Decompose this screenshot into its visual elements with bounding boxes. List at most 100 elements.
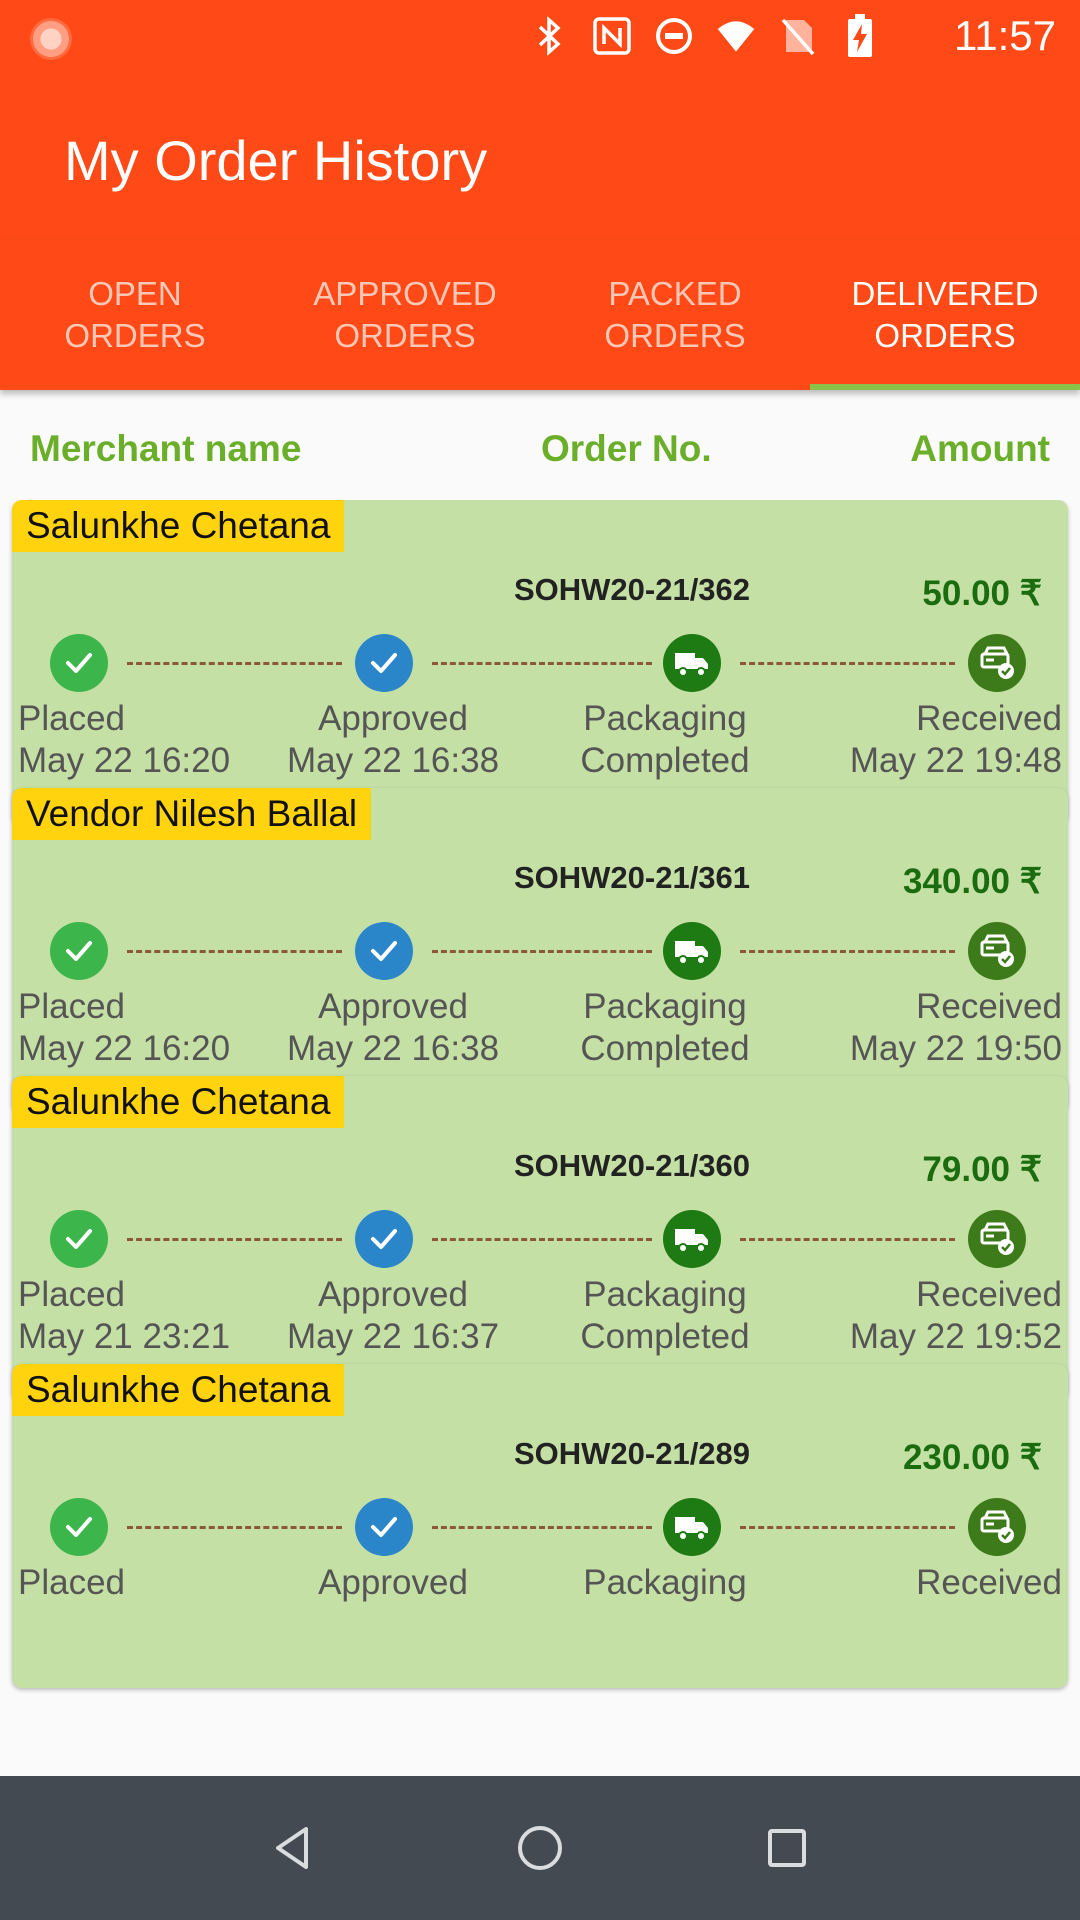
packaging-label: Packaging bbox=[583, 1563, 747, 1602]
back-icon[interactable] bbox=[253, 1808, 333, 1888]
tab-open-orders[interactable]: OPEN ORDERS bbox=[0, 240, 270, 390]
approved-time: May 22 16:37 bbox=[286, 1317, 500, 1356]
approved-status: Approved bbox=[318, 1562, 468, 1604]
placed-check-icon bbox=[50, 922, 108, 980]
order-card[interactable]: Vendor Nilesh Ballal SOHW20-21/361 340.00 … bbox=[12, 788, 1068, 1112]
approved-check-icon bbox=[355, 1210, 413, 1268]
placed-label: Placed bbox=[18, 1275, 126, 1314]
do-not-disturb-icon bbox=[654, 14, 694, 58]
received-status: Received bbox=[916, 1562, 1062, 1604]
status-bar: 11:57 bbox=[0, 0, 1080, 72]
approved-status: Approved May 22 16:38 bbox=[287, 986, 499, 1070]
progress-dash bbox=[432, 662, 652, 665]
placed-status: Placed bbox=[18, 1562, 125, 1604]
received-status: Received May 22 19:50 bbox=[850, 986, 1062, 1070]
no-sim-icon bbox=[778, 14, 818, 58]
amount-header: Amount bbox=[910, 428, 1050, 469]
received-status: Received May 22 19:52 bbox=[850, 1274, 1062, 1358]
approved-label: Approved bbox=[318, 987, 468, 1026]
progress-dash bbox=[740, 662, 955, 665]
progress-dash bbox=[127, 1238, 342, 1241]
order-card[interactable]: Salunkhe Chetana SOHW20-21/360 79.00 ₹ Plac… bbox=[12, 1076, 1068, 1400]
order-card[interactable]: Salunkhe Chetana SOHW20-21/362 50.00 ₹ Plac… bbox=[12, 500, 1068, 824]
approved-status: Approved May 22 16:38 bbox=[287, 698, 499, 782]
received-status: Received May 22 19:48 bbox=[850, 698, 1062, 782]
order-no-header: Order No. bbox=[541, 428, 712, 469]
received-time: May 22 19:50 bbox=[849, 1029, 1062, 1068]
placed-label: Placed bbox=[18, 987, 126, 1026]
approved-check-icon bbox=[355, 1498, 413, 1556]
merchant-name-header: Merchant name bbox=[30, 428, 302, 469]
bluetooth-icon bbox=[530, 14, 570, 58]
tab-delivered-orders[interactable]: DELIVERED ORDERS bbox=[810, 240, 1080, 390]
order-list: Salunkhe Chetana SOHW20-21/362 50.00 ₹ Plac… bbox=[0, 500, 1080, 1776]
navigation-bar bbox=[0, 1776, 1080, 1920]
status-icons bbox=[530, 12, 880, 60]
tab-packed-orders[interactable]: PACKED ORDERS bbox=[540, 240, 810, 390]
packaging-completed-label: Completed bbox=[580, 741, 750, 780]
placed-time: May 21 23:21 bbox=[18, 1317, 231, 1356]
placed-time: May 22 16:20 bbox=[18, 741, 231, 780]
tab-approved-orders[interactable]: APPROVED ORDERS bbox=[270, 240, 540, 390]
order-amount: 230.00 ₹ bbox=[902, 1438, 1042, 1477]
placed-time: May 22 16:20 bbox=[18, 1029, 231, 1068]
received-icon bbox=[968, 634, 1026, 692]
approved-time: May 22 16:38 bbox=[286, 741, 500, 780]
received-icon bbox=[968, 1498, 1026, 1556]
placed-status: Placed May 22 16:20 bbox=[18, 698, 230, 782]
progress-dash bbox=[740, 1238, 955, 1241]
merchant-name: Salunkhe Chetana bbox=[12, 1364, 345, 1416]
status-time: 11:57 bbox=[954, 12, 1056, 59]
progress-dash bbox=[432, 1238, 652, 1241]
order-tabs: OPEN ORDERS APPROVED ORDERS PACKED ORDER… bbox=[0, 240, 1080, 390]
packaging-truck-icon bbox=[663, 1498, 721, 1556]
home-icon[interactable] bbox=[500, 1808, 580, 1888]
packaging-label: Packaging bbox=[583, 699, 747, 738]
wifi-icon bbox=[716, 14, 756, 58]
order-amount: 50.00 ₹ bbox=[922, 574, 1042, 613]
merchant-name: Vendor Nilesh Ballal bbox=[12, 788, 372, 840]
received-time: May 22 19:52 bbox=[849, 1317, 1062, 1356]
placed-check-icon bbox=[50, 1210, 108, 1268]
order-number: SOHW20-21/362 bbox=[513, 572, 751, 607]
approved-check-icon bbox=[355, 634, 413, 692]
battery-charging-icon bbox=[840, 14, 880, 58]
order-card[interactable]: Salunkhe Chetana SOHW20-21/289 230.00 ₹ Pla… bbox=[12, 1364, 1068, 1688]
placed-label: Placed bbox=[18, 1563, 126, 1602]
received-label: Received bbox=[916, 1563, 1062, 1602]
packaging-truck-icon bbox=[663, 634, 721, 692]
received-label: Received bbox=[916, 699, 1062, 738]
approved-label: Approved bbox=[318, 699, 468, 738]
approved-label: Approved bbox=[318, 1563, 468, 1602]
page-title: My Order History bbox=[64, 129, 488, 192]
order-number: SOHW20-21/360 bbox=[513, 1148, 751, 1183]
received-label: Received bbox=[916, 1275, 1062, 1314]
received-icon bbox=[968, 922, 1026, 980]
app-bar: My Order History bbox=[0, 72, 1080, 240]
approved-time: May 22 16:38 bbox=[286, 1029, 500, 1068]
order-number: SOHW20-21/289 bbox=[513, 1436, 751, 1471]
placed-label: Placed bbox=[18, 699, 126, 738]
progress-dash bbox=[740, 950, 955, 953]
progress-dash bbox=[127, 1526, 342, 1529]
app-notification-icon bbox=[30, 18, 72, 60]
received-label: Received bbox=[916, 987, 1062, 1026]
packaging-label: Packaging bbox=[583, 1275, 747, 1314]
approved-check-icon bbox=[355, 922, 413, 980]
packaging-status: Packaging bbox=[583, 1562, 746, 1604]
order-amount: 340.00 ₹ bbox=[902, 862, 1042, 901]
column-headers: Merchant name Order No. Amount bbox=[0, 390, 1080, 500]
recents-icon[interactable] bbox=[747, 1808, 827, 1888]
placed-status: Placed May 22 16:20 bbox=[18, 986, 230, 1070]
packaging-completed-label: Completed bbox=[580, 1029, 750, 1068]
progress-dash bbox=[127, 950, 342, 953]
progress-dash bbox=[740, 1526, 955, 1529]
approved-label: Approved bbox=[318, 1275, 468, 1314]
order-number: SOHW20-21/361 bbox=[513, 860, 751, 895]
packaging-label: Packaging bbox=[583, 987, 747, 1026]
merchant-name: Salunkhe Chetana bbox=[12, 1076, 345, 1128]
approved-status: Approved May 22 16:37 bbox=[287, 1274, 499, 1358]
placed-status: Placed May 21 23:21 bbox=[18, 1274, 230, 1358]
progress-dash bbox=[127, 662, 342, 665]
nfc-icon bbox=[592, 14, 632, 58]
